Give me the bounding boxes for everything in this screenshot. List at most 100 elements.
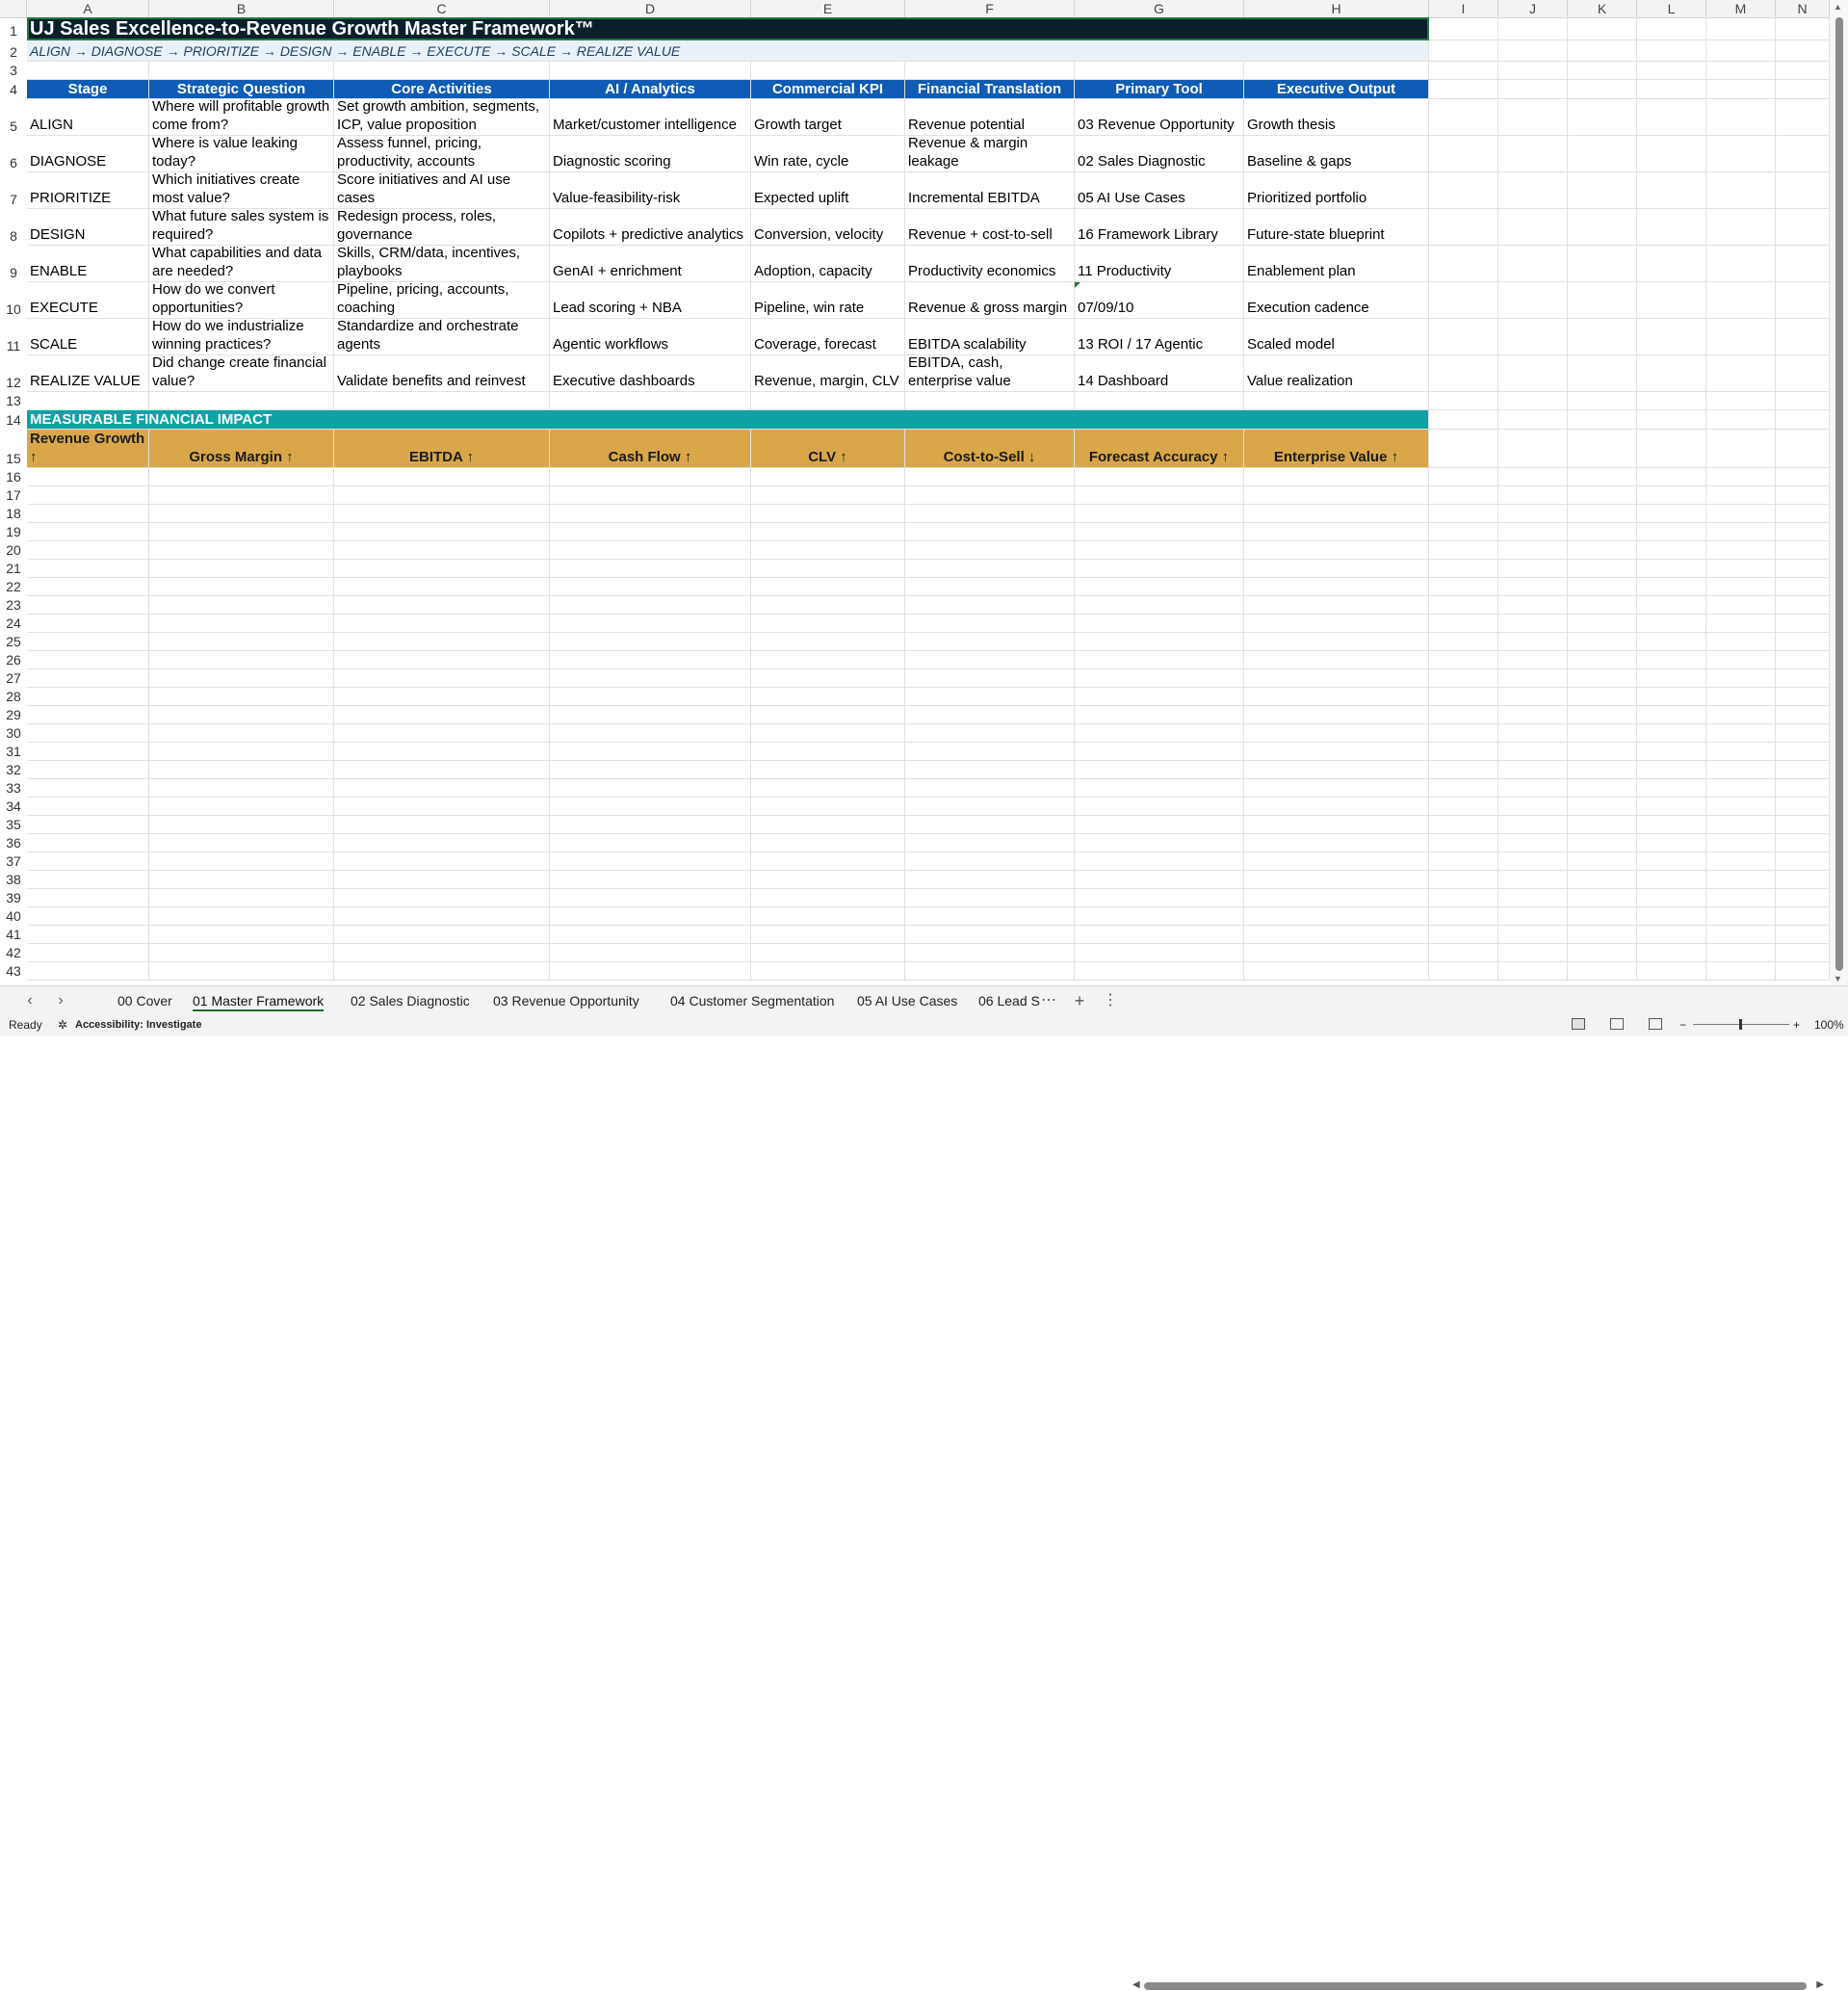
zoom-in-icon[interactable]: + [1793,1014,1800,1035]
table-cell[interactable]: Enablement plan [1244,246,1429,282]
row-header[interactable]: 12 [0,355,27,392]
select-all-corner[interactable] [0,0,27,17]
row-header[interactable]: 6 [0,136,27,172]
zoom-level[interactable]: 100% [1814,1014,1844,1035]
table-cell[interactable]: EXECUTE [27,282,149,319]
tab-options-icon[interactable]: ⋮ [1100,986,1121,1015]
row-header[interactable]: 28 [0,688,27,706]
row-header[interactable]: 27 [0,669,27,688]
normal-view-icon[interactable] [1572,1018,1585,1030]
row-header[interactable]: 23 [0,596,27,615]
impact-metric-cell[interactable]: Enterprise Value ↑ [1244,430,1429,468]
table-header-cell[interactable]: Commercial KPI [751,80,905,99]
impact-metric-cell[interactable]: Cost-to-Sell ↓ [905,430,1075,468]
column-header-i[interactable]: I [1429,0,1498,17]
row-header[interactable]: 32 [0,761,27,779]
column-header-d[interactable]: D [550,0,751,17]
row-header[interactable]: 41 [0,926,27,944]
table-header-cell[interactable]: Financial Translation [905,80,1075,99]
sheet-tab[interactable]: 02 Sales Diagnostic [347,986,474,1015]
row-header[interactable]: 34 [0,798,27,816]
table-cell[interactable]: 07/09/10 [1075,282,1244,319]
table-cell[interactable]: 02 Sales Diagnostic [1075,136,1244,172]
table-cell[interactable]: Executive dashboards [550,355,751,392]
table-cell[interactable]: Win rate, cycle [751,136,905,172]
table-cell[interactable]: Expected uplift [751,172,905,209]
table-cell[interactable]: Skills, CRM/data, incentives, playbooks [334,246,550,282]
scroll-right-arrow-icon[interactable]: ▶ [1816,1979,1824,1990]
table-cell[interactable]: Pipeline, win rate [751,282,905,319]
spreadsheet-grid[interactable]: A B C D E F G H I J K L M N 1 2 3 4 5 6 7 8 9 10 11 12 13 14 15 16 17 1… [0,0,1830,985]
table-cell[interactable]: Incremental EBITDA [905,172,1075,209]
table-cell[interactable]: Lead scoring + NBA [550,282,751,319]
table-cell[interactable]: Revenue, margin, CLV [751,355,905,392]
table-cell[interactable]: 14 Dashboard [1075,355,1244,392]
sheet-tab[interactable]: 00 Cover [114,986,176,1015]
row-header[interactable]: 2 [0,40,27,62]
row-header[interactable]: 1 [0,17,27,40]
row-header[interactable]: 25 [0,633,27,651]
row-header[interactable]: 31 [0,743,27,761]
row-header[interactable]: 13 [0,392,27,410]
impact-metric-cell[interactable]: Revenue Growth ↑ [27,430,149,468]
column-header-h[interactable]: H [1244,0,1429,17]
table-cell[interactable]: ENABLE [27,246,149,282]
table-cell[interactable]: Value-feasibility-risk [550,172,751,209]
table-header-cell[interactable]: Core Activities [334,80,550,99]
table-cell[interactable]: Which initiatives create most value? [149,172,334,209]
sheet-tab[interactable]: 03 Revenue Opportunity [489,986,643,1015]
row-header[interactable]: 19 [0,523,27,541]
table-cell[interactable]: Agentic workflows [550,319,751,355]
table-cell[interactable]: Value realization [1244,355,1429,392]
column-header-b[interactable]: B [149,0,334,17]
table-header-cell[interactable]: Executive Output [1244,80,1429,99]
row-header[interactable]: 7 [0,172,27,209]
table-cell[interactable]: Set growth ambition, segments, ICP, valu… [334,99,550,136]
row-header[interactable]: 8 [0,209,27,246]
row-header[interactable]: 35 [0,816,27,834]
table-cell[interactable]: Revenue & margin leakage [905,136,1075,172]
table-cell[interactable]: Growth target [751,99,905,136]
impact-metric-cell[interactable]: EBITDA ↑ [334,430,550,468]
row-header[interactable]: 5 [0,99,27,136]
table-cell[interactable]: Validate benefits and reinvest [334,355,550,392]
table-cell[interactable]: Pipeline, pricing, accounts, coaching [334,282,550,319]
impact-metric-cell[interactable]: Gross Margin ↑ [149,430,334,468]
table-cell[interactable]: Where is value leaking today? [149,136,334,172]
scroll-left-arrow-icon[interactable]: ◀ [1132,1979,1140,1990]
table-cell[interactable]: Conversion, velocity [751,209,905,246]
table-cell[interactable]: Adoption, capacity [751,246,905,282]
row-header[interactable]: 37 [0,852,27,871]
column-header-f[interactable]: F [905,0,1075,17]
page-break-view-icon[interactable] [1649,1018,1662,1030]
page-layout-view-icon[interactable] [1610,1018,1624,1030]
add-sheet-icon[interactable]: + [1069,986,1090,1015]
row-header[interactable]: 20 [0,541,27,560]
row-header[interactable]: 40 [0,907,27,926]
row-header[interactable]: 33 [0,779,27,798]
table-cell[interactable]: PRIORITIZE [27,172,149,209]
table-cell[interactable]: Revenue + cost-to-sell [905,209,1075,246]
table-cell[interactable]: Growth thesis [1244,99,1429,136]
row-header[interactable]: 42 [0,944,27,962]
column-header-m[interactable]: M [1706,0,1776,17]
table-cell[interactable]: Diagnostic scoring [550,136,751,172]
row-header[interactable]: 22 [0,578,27,596]
table-cell[interactable]: Coverage, forecast [751,319,905,355]
table-cell[interactable]: EBITDA scalability [905,319,1075,355]
table-header-cell[interactable]: AI / Analytics [550,80,751,99]
table-header-cell[interactable]: Stage [27,80,149,99]
sheet-tab[interactable]: 04 Customer Segmentation [666,986,838,1015]
scroll-up-arrow-icon[interactable]: ▲ [1834,2,1842,12]
table-cell[interactable]: What capabilities and data are needed? [149,246,334,282]
column-header-j[interactable]: J [1498,0,1568,17]
table-cell[interactable]: DIAGNOSE [27,136,149,172]
table-cell[interactable]: 13 ROI / 17 Agentic [1075,319,1244,355]
column-header-a[interactable]: A [27,0,149,17]
impact-section-title[interactable]: MEASURABLE FINANCIAL IMPACT [27,410,1429,430]
sheet-tab[interactable]: 01 Master Framework [189,986,327,1015]
table-cell[interactable]: Future-state blueprint [1244,209,1429,246]
table-cell[interactable]: Did change create financial value? [149,355,334,392]
zoom-slider-thumb[interactable] [1739,1019,1742,1030]
table-cell[interactable]: 11 Productivity [1075,246,1244,282]
